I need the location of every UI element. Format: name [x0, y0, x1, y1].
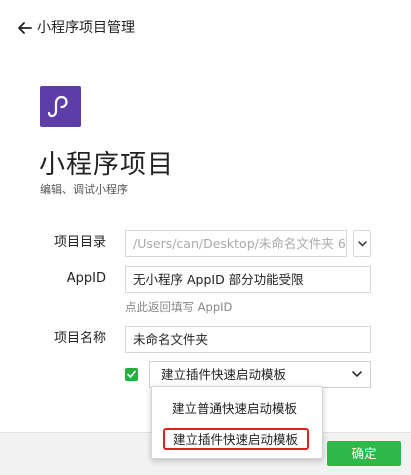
template-checkbox[interactable]	[125, 368, 138, 381]
appid-input[interactable]: 无小程序 AppID 部分功能受限	[125, 266, 371, 293]
template-select-value: 建立插件快速启动模板	[161, 367, 287, 382]
confirm-button[interactable]: 确定	[327, 441, 401, 466]
top-bar: 小程序项目管理	[0, 0, 411, 56]
template-dropdown-menu: 建立普通快速启动模板 建立插件快速启动模板	[151, 386, 323, 459]
template-select[interactable]: 建立插件快速启动模板	[149, 361, 371, 388]
dropdown-option-normal-template[interactable]: 建立普通快速启动模板	[152, 397, 322, 421]
project-name-input[interactable]: 未命名文件夹	[125, 326, 371, 353]
check-icon	[127, 370, 136, 378]
miniprogram-logo-icon	[40, 86, 81, 127]
appid-hint-link[interactable]: 点此返回填写 AppID	[125, 299, 232, 315]
chevron-down-icon	[358, 241, 367, 247]
directory-label: 项目目录	[53, 235, 106, 250]
back-arrow-icon[interactable]	[16, 19, 34, 37]
chevron-down-icon	[352, 371, 362, 377]
app-title: 小程序项目	[39, 150, 175, 180]
directory-dropdown-button[interactable]	[353, 230, 371, 257]
page-title: 小程序项目管理	[37, 20, 135, 36]
app-subtitle: 编辑、调试小程序	[40, 183, 128, 196]
appid-label: AppID	[66, 271, 106, 286]
dropdown-option-plugin-template[interactable]: 建立插件快速启动模板	[163, 428, 309, 450]
project-name-label: 项目名称	[53, 331, 106, 346]
directory-input[interactable]: /Users/can/Desktop/未命名文件夹 6	[125, 230, 347, 257]
